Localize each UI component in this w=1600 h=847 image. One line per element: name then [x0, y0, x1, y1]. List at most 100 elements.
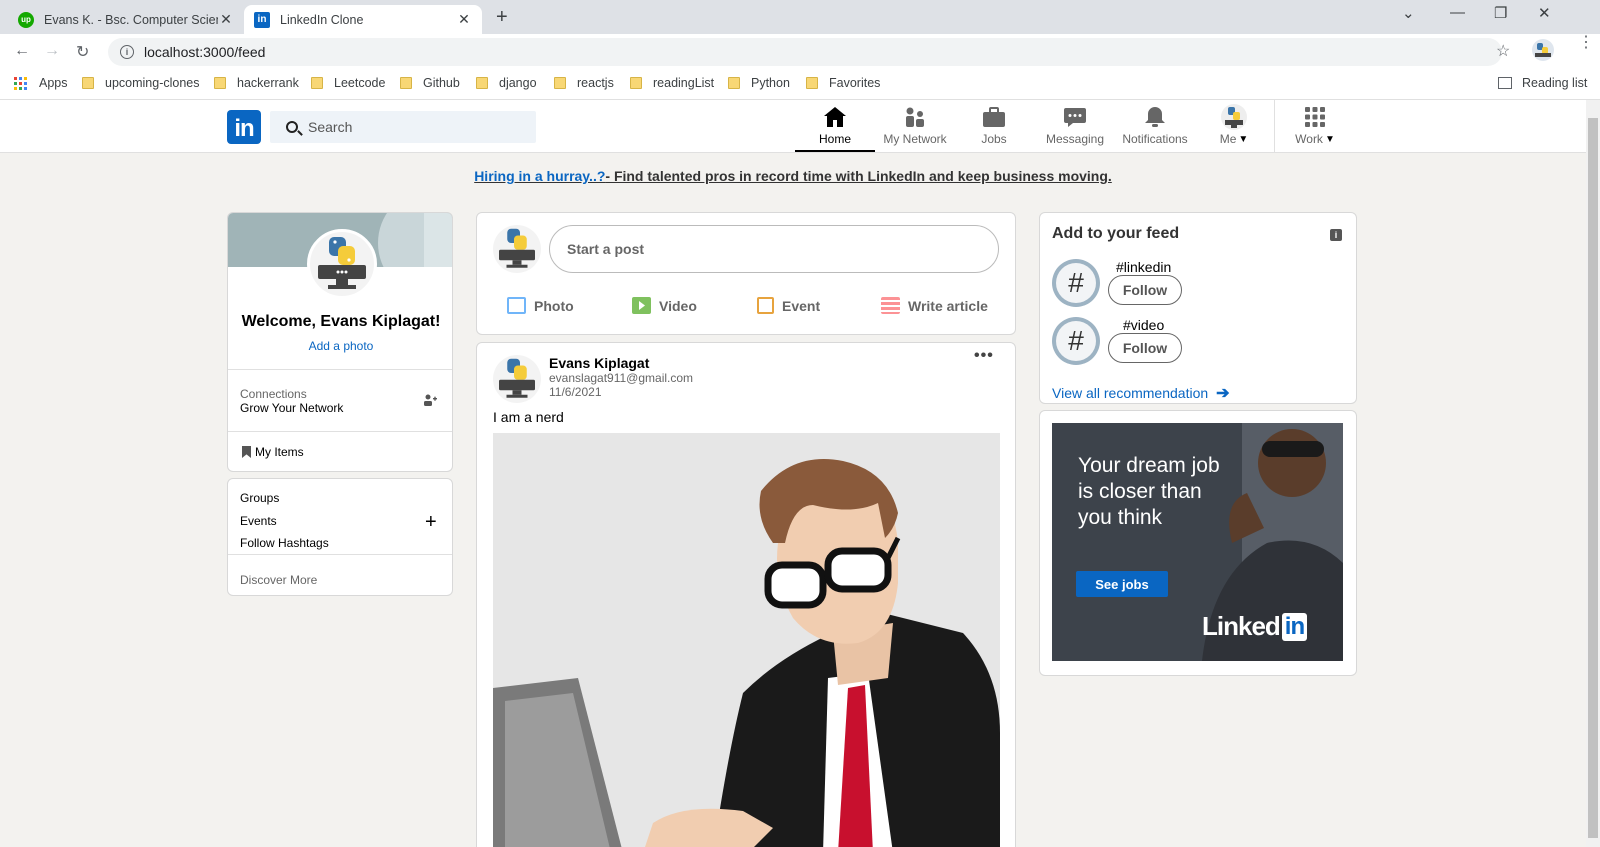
events-link[interactable]: Events — [240, 514, 277, 528]
hiring-text: - Find talented pros in record time with… — [605, 168, 1112, 184]
forward-icon[interactable]: → — [44, 42, 60, 60]
linkedin-logo[interactable]: in — [227, 110, 261, 144]
grid-icon — [1304, 104, 1326, 130]
upwork-favicon-icon: up — [18, 11, 34, 28]
discover-more-link[interactable]: Discover More — [240, 573, 317, 587]
browser-tab-upwork[interactable]: up Evans K. - Bsc. Computer Science ✕ — [8, 5, 244, 34]
post-author-email: evanslagat911@gmail.com — [549, 371, 694, 385]
bookmark-hackerrank[interactable]: hackerrank — [214, 76, 299, 90]
browser-tab-linkedin[interactable]: in LinkedIn Clone ✕ — [244, 5, 482, 34]
reload-icon[interactable]: ↻ — [76, 42, 89, 62]
new-tab-icon[interactable]: + — [496, 6, 508, 29]
reading-list-button[interactable]: Reading list — [1498, 76, 1587, 90]
follow-video-button[interactable]: Follow — [1108, 333, 1182, 363]
my-items-link[interactable]: My Items — [242, 445, 304, 459]
nav-label: Jobs — [981, 132, 1007, 146]
bookmark-readinglist[interactable]: readingList — [630, 76, 714, 90]
add-to-feed-title: Add to your feed — [1052, 225, 1180, 242]
grow-network-label[interactable]: Grow Your Network — [240, 401, 343, 415]
restore-icon[interactable]: ❐ — [1494, 4, 1507, 22]
bookmark-label: reactjs — [577, 76, 614, 90]
site-info-icon[interactable]: i — [120, 45, 134, 59]
video-button[interactable]: Video — [632, 297, 697, 314]
photo-button[interactable]: Photo — [507, 297, 574, 314]
start-post-button[interactable]: Start a post — [549, 225, 999, 273]
jobs-ad-banner[interactable]: Your dream job is closer than you think … — [1052, 423, 1343, 661]
add-to-feed-card: Add to your feed i # #linkedin Follow # … — [1039, 212, 1357, 404]
follow-label: Follow — [1122, 340, 1168, 356]
follow-linkedin-button[interactable]: Follow — [1108, 275, 1182, 305]
browser-menu-icon[interactable]: ⋮ — [1578, 35, 1594, 51]
hiring-banner: Hiring in a hurray..?- Find talented pro… — [0, 168, 1586, 184]
add-photo-link[interactable]: Add a photo — [228, 339, 452, 353]
groups-link[interactable]: Groups — [240, 491, 279, 505]
nav-my-network[interactable]: My Network — [877, 104, 953, 152]
close-tab-icon[interactable]: ✕ — [456, 11, 472, 28]
profile-avatar-icon[interactable] — [1532, 39, 1554, 61]
home-icon — [823, 104, 847, 130]
back-icon[interactable]: ← — [14, 42, 30, 60]
event-button[interactable]: Event — [757, 297, 820, 314]
info-icon[interactable]: i — [1330, 229, 1342, 241]
hashtag-icon: # — [1052, 317, 1100, 365]
close-window-icon[interactable]: ✕ — [1538, 4, 1551, 22]
video-icon — [632, 297, 651, 314]
folder-icon — [630, 77, 642, 89]
profile-avatar[interactable] — [307, 229, 377, 299]
ad-headline: Your dream job is closer than you think — [1078, 454, 1220, 529]
hashtag-video[interactable]: #video — [1123, 317, 1164, 333]
hiring-link[interactable]: Hiring in a hurray..? — [474, 168, 605, 184]
see-jobs-button[interactable]: See jobs — [1076, 571, 1168, 597]
post-author-name[interactable]: Evans Kiplagat — [549, 355, 649, 371]
search-icon — [286, 121, 298, 133]
nav-notifications[interactable]: Notifications — [1116, 104, 1194, 152]
nav-work[interactable]: Work ▼ — [1290, 104, 1340, 152]
ad-linkedin-logo: Linked in — [1202, 611, 1308, 642]
bookmark-reactjs[interactable]: reactjs — [554, 76, 614, 90]
nav-messaging[interactable]: Messaging — [1038, 104, 1112, 152]
add-connection-icon[interactable] — [423, 393, 437, 410]
app-header: in Search Home My Network Jobs Messaging… — [0, 100, 1586, 153]
bookmark-star-icon[interactable]: ☆ — [1496, 41, 1510, 61]
folder-icon — [214, 77, 226, 89]
nav-jobs[interactable]: Jobs — [964, 104, 1024, 152]
bookmark-django[interactable]: django — [476, 76, 537, 90]
reading-list-label: Reading list — [1522, 76, 1588, 90]
network-icon — [903, 104, 927, 130]
more-options-icon[interactable]: ••• — [974, 347, 994, 365]
bookmark-favorites[interactable]: Favorites — [806, 76, 880, 90]
hashtag-linkedin[interactable]: #linkedin — [1116, 259, 1171, 275]
bookmark-github[interactable]: Github — [400, 76, 460, 90]
nav-label: Home — [818, 132, 851, 146]
page-scrollbar[interactable] — [1586, 100, 1600, 847]
scrollbar-thumb[interactable] — [1588, 118, 1598, 838]
bookmark-python[interactable]: Python — [728, 76, 790, 90]
bookmarks-bar: Apps upcoming-clones hackerrank Leetcode… — [0, 68, 1600, 100]
post-image[interactable] — [493, 433, 1000, 847]
minimize-icon[interactable]: — — [1450, 4, 1465, 21]
ad-card: Your dream job is closer than you think … — [1039, 410, 1357, 676]
follow-hashtags-link[interactable]: Follow Hashtags — [240, 536, 329, 550]
bookmark-leetcode[interactable]: Leetcode — [311, 76, 385, 90]
nav-home[interactable]: Home — [795, 104, 875, 152]
linkedin-favicon-icon: in — [254, 11, 270, 28]
view-all-label: View all recommendation — [1052, 385, 1209, 401]
url-bar[interactable]: i localhost:3000/feed — [108, 38, 1502, 66]
avatar-icon — [1221, 104, 1247, 130]
add-event-icon[interactable]: + — [425, 511, 437, 534]
close-tab-icon[interactable]: ✕ — [218, 11, 234, 28]
folder-icon — [400, 77, 412, 89]
post-date: 11/6/2021 — [549, 385, 602, 399]
write-article-button[interactable]: Write article — [881, 297, 988, 314]
search-input[interactable]: Search — [270, 111, 536, 143]
view-all-recommendations-link[interactable]: View all recommendation ➔ — [1052, 383, 1230, 403]
connections-label[interactable]: Connections — [240, 387, 307, 401]
bookmark-label: upcoming-clones — [105, 76, 200, 90]
tab-search-icon[interactable]: ⌄ — [1402, 4, 1415, 22]
bookmark-apps[interactable]: Apps — [14, 76, 68, 90]
nav-label: Messaging — [1045, 132, 1105, 146]
post-author-avatar[interactable] — [493, 355, 541, 403]
bookmark-upcoming-clones[interactable]: upcoming-clones — [82, 76, 200, 90]
folder-icon — [806, 77, 818, 89]
nav-me[interactable]: Me ▼ — [1210, 104, 1258, 152]
